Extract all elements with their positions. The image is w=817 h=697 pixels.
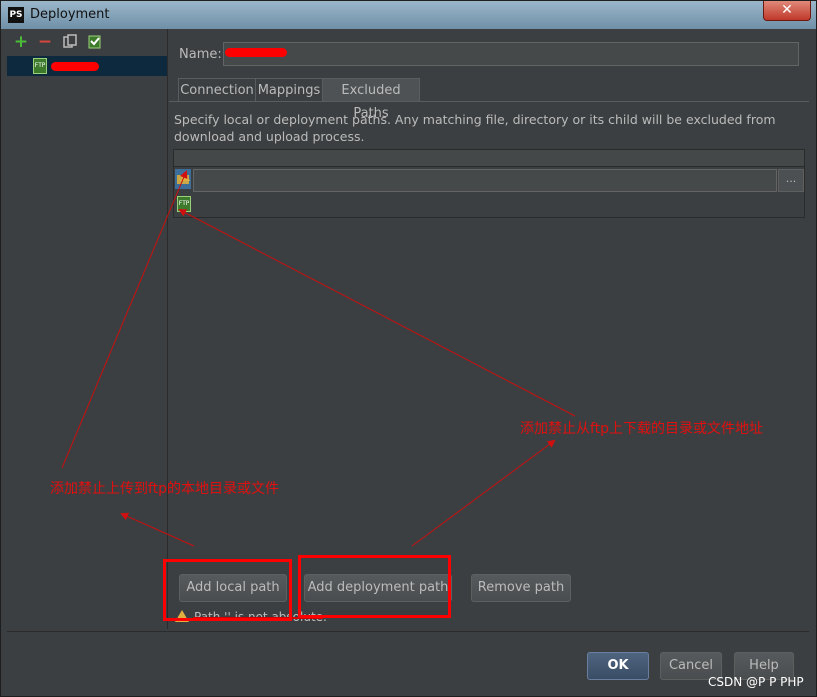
arrow-from-local-button — [120, 512, 195, 547]
annotation-deployment-note: 添加禁止从ftp上下载的目录或文件地址 — [520, 421, 764, 437]
arrow-from-deployment-button — [411, 439, 556, 547]
arrow-to-ftp-row — [178, 209, 576, 417]
arrow-to-local-row — [61, 170, 188, 469]
annotation-local-note: 添加禁止上传到ftp的本地目录或文件 — [50, 481, 280, 497]
csdn-watermark: CSDN @P P PHP — [708, 675, 804, 689]
annotation-arrows — [61, 170, 576, 547]
